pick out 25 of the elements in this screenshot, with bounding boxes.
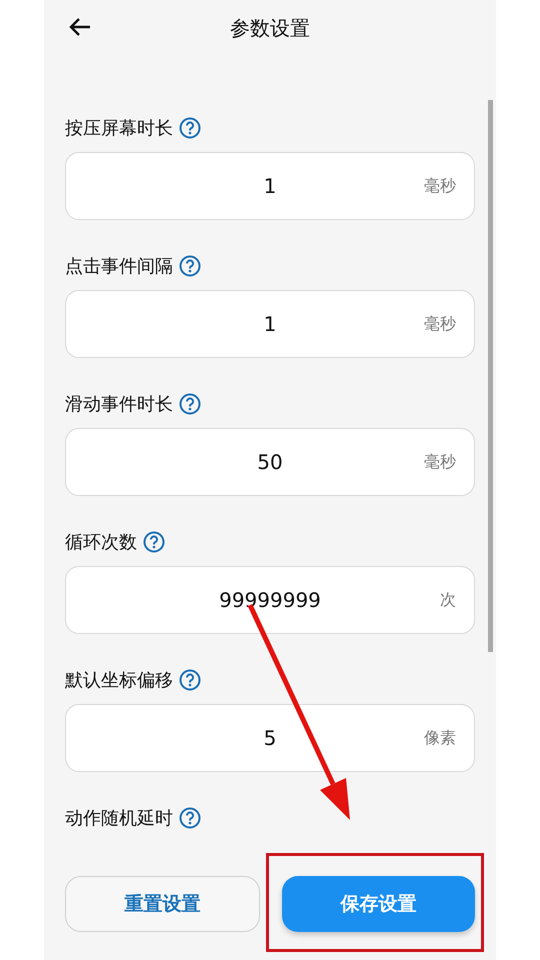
setting-label: 动作随机延时 (65, 807, 173, 830)
unit-label: 像素 (424, 728, 456, 748)
reset-button[interactable]: 重置设置 (65, 876, 260, 932)
help-icon[interactable] (179, 255, 201, 277)
unit-label: 毫秒 (424, 452, 456, 472)
page-title: 参数设置 (230, 14, 310, 42)
help-icon[interactable] (179, 117, 201, 139)
setting-label: 滑动事件时长 (65, 393, 173, 416)
back-arrow-icon[interactable] (68, 17, 92, 37)
setting-label: 按压屏幕时长 (65, 117, 173, 140)
unit-label: 次 (440, 590, 456, 610)
unit-label: 毫秒 (424, 176, 456, 196)
help-icon[interactable] (179, 669, 201, 691)
input-field[interactable]: 1 毫秒 (65, 152, 475, 220)
help-icon[interactable] (179, 807, 201, 829)
help-icon[interactable] (179, 393, 201, 415)
unit-label: 毫秒 (424, 314, 456, 334)
input-field[interactable]: 1 毫秒 (65, 290, 475, 358)
help-icon[interactable] (143, 531, 165, 553)
input-field[interactable]: 99999999 次 (65, 566, 475, 634)
input-field[interactable]: 5 像素 (65, 704, 475, 772)
input-field[interactable]: 50 毫秒 (65, 428, 475, 496)
setting-label: 循环次数 (65, 531, 137, 554)
setting-label: 默认坐标偏移 (65, 669, 173, 692)
setting-label: 点击事件间隔 (65, 255, 173, 278)
